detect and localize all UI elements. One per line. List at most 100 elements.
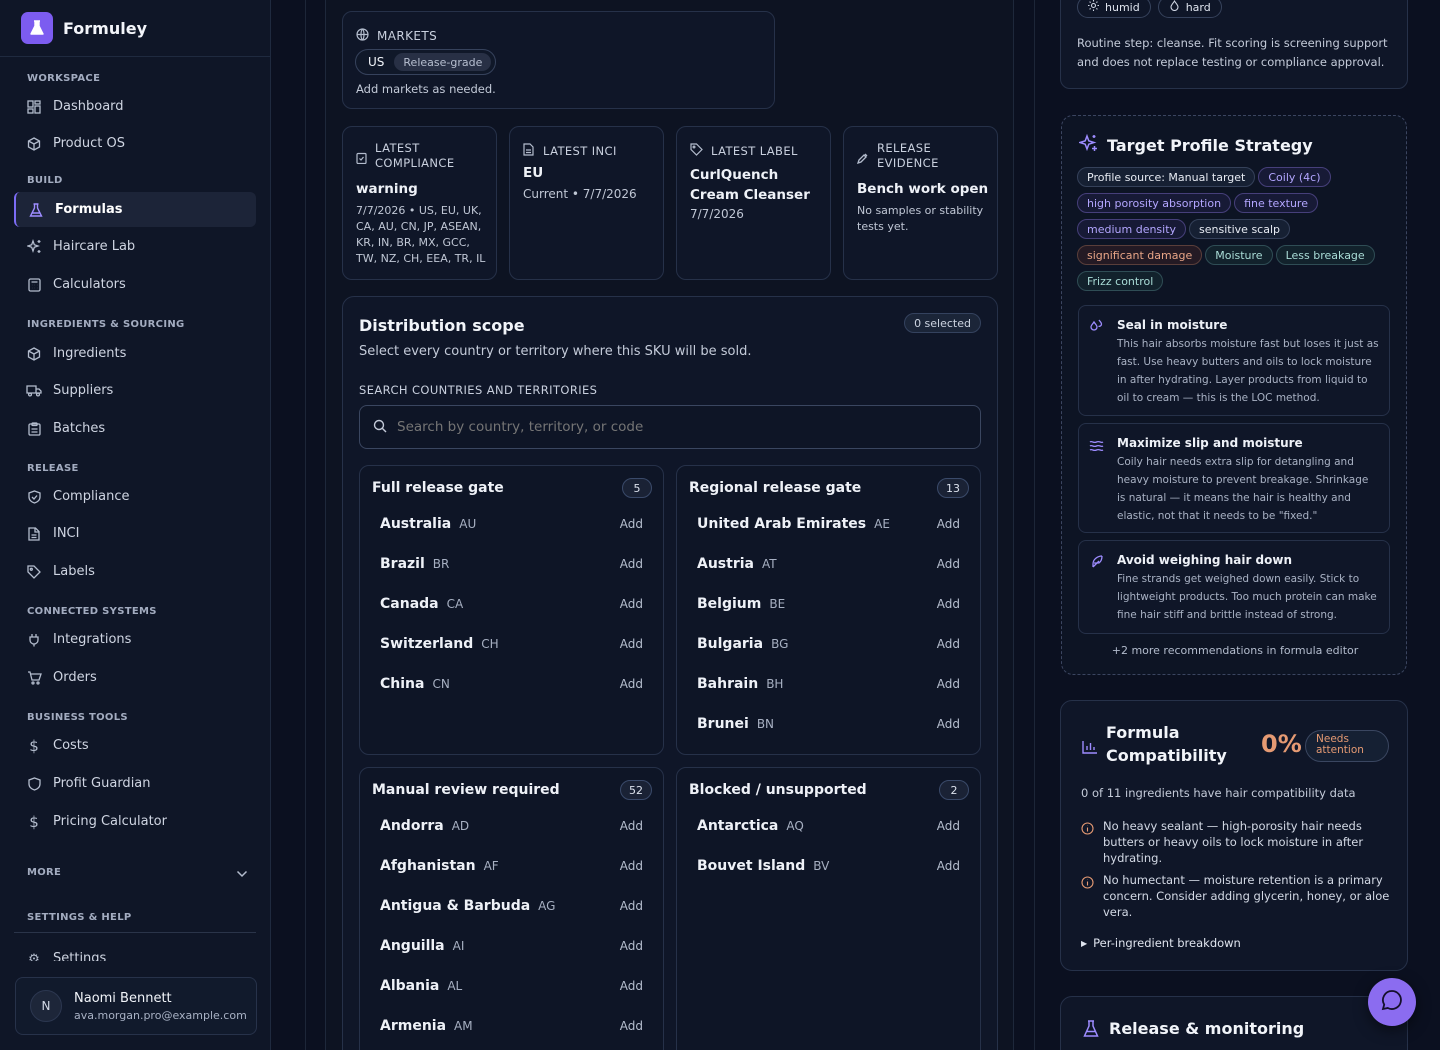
condition-chip[interactable]: hard [1157, 0, 1222, 18]
add-button[interactable]: Add [937, 517, 960, 531]
summary-card-label[interactable]: LATEST LABEL CurlQuench Cream Cleanser 7… [676, 126, 831, 280]
user-card[interactable]: N Naomi Bennett ava.morgan.pro@example.c… [15, 977, 257, 1035]
ingredient-breakdown-toggle[interactable]: ▶ Per-ingredient breakdown [1081, 936, 1241, 950]
country-code: AF [483, 859, 499, 873]
sidebar-item-inci[interactable]: INCI [14, 516, 256, 551]
routine-card: humid hard Routine step: cleanse. Fit sc… [1060, 0, 1408, 89]
search-input[interactable] [397, 419, 957, 435]
sidebar-item-haircare-lab[interactable]: Haircare Lab [14, 229, 256, 264]
sidebar-item-profit-guardian[interactable]: Profit Guardian [14, 766, 256, 801]
list-item[interactable]: Brazil BR Add [360, 544, 663, 584]
list-item[interactable]: Andorra AD Add [360, 806, 663, 846]
dashboard-icon [26, 99, 42, 115]
add-button[interactable]: Add [620, 517, 643, 531]
sidebar-item-label: Calculators [53, 277, 126, 292]
country-code: AE [874, 517, 890, 531]
chip-label: humid [1105, 0, 1140, 14]
sidebar-item-orders[interactable]: Orders [14, 660, 256, 695]
country-name: Antigua & Barbuda [380, 898, 531, 914]
country-code: AM [454, 1019, 473, 1033]
list-item[interactable]: Brunei BN Add [677, 704, 980, 744]
more-recommendations-note: +2 more recommendations in formula edito… [1111, 644, 1359, 657]
add-button[interactable]: Add [937, 717, 960, 731]
sidebar-item-compliance[interactable]: Compliance [14, 479, 256, 514]
sidebar-item-ingredients[interactable]: Ingredients [14, 336, 256, 371]
add-button[interactable]: Add [937, 597, 960, 611]
summary-label: RELEASE [877, 141, 932, 155]
summary-card-inci[interactable]: LATEST INCI EU Current • 7/7/2026 [509, 126, 664, 280]
add-button[interactable]: Add [937, 859, 960, 873]
add-button[interactable]: Add [620, 819, 643, 833]
market-chip-status: Release-grade [394, 53, 492, 71]
list-item[interactable]: Albania AL Add [360, 966, 663, 1006]
list-item[interactable]: Antigua & Barbuda AG Add [360, 886, 663, 926]
add-button[interactable]: Add [937, 557, 960, 571]
list-item[interactable]: Belgium BE Add [677, 584, 980, 624]
bar-chart-icon [1082, 739, 1098, 758]
list-item[interactable]: Armenia AM Add [360, 1006, 663, 1046]
add-button[interactable]: Add [620, 677, 643, 691]
sidebar-item-pricing-calculator[interactable]: $ Pricing Calculator [14, 804, 256, 839]
add-button[interactable]: Add [937, 637, 960, 651]
add-button[interactable]: Add [620, 557, 643, 571]
sidebar-item-dashboard[interactable]: Dashboard [14, 89, 256, 124]
list-item[interactable]: Afghanistan AF Add [360, 846, 663, 886]
list-item[interactable]: United Arab Emirates AE Add [677, 504, 980, 544]
sidebar-item-labels[interactable]: Labels [14, 554, 256, 589]
more-toggle[interactable]: MORE [0, 863, 270, 882]
country-code: BV [813, 859, 830, 873]
country-code: BE [769, 597, 786, 611]
country-search[interactable] [359, 405, 981, 449]
brand[interactable]: Formuley [0, 0, 270, 57]
add-button[interactable]: Add [620, 899, 643, 913]
recommendation-body: Coily hair needs extra slip for detangli… [1117, 456, 1369, 522]
sidebar-item-label: Pricing Calculator [53, 814, 167, 829]
list-item[interactable]: Anguilla AI Add [360, 926, 663, 966]
chat-button[interactable] [1368, 978, 1416, 1026]
country-code: CN [432, 677, 450, 691]
list-item[interactable]: Bahrain BH Add [677, 664, 980, 704]
list-item[interactable]: Austria AT Add [677, 544, 980, 584]
gate-title: Blocked / unsupported [689, 782, 867, 798]
sidebar-item-costs[interactable]: $ Costs [14, 728, 256, 763]
sidebar-item-integrations[interactable]: Integrations [14, 622, 256, 657]
list-item[interactable]: Australia AU Add [360, 504, 663, 544]
condition-chip[interactable]: humid [1077, 0, 1151, 18]
profile-tag: Less breakage [1275, 245, 1375, 265]
add-button[interactable]: Add [620, 979, 643, 993]
shield-icon [26, 776, 42, 792]
sidebar-item-product-os[interactable]: Product OS [14, 126, 256, 161]
gate-count-badge: 13 [937, 478, 969, 498]
list-item[interactable]: Bulgaria BG Add [677, 624, 980, 664]
summary-value: Bench work open [857, 181, 989, 197]
sidebar-item-settings[interactable]: ⚙ Settings [14, 941, 256, 961]
droplets-icon [1089, 319, 1104, 338]
truck-icon [26, 383, 42, 399]
list-item[interactable]: Canada CA Add [360, 584, 663, 624]
add-button[interactable]: Add [620, 939, 643, 953]
add-button[interactable]: Add [620, 1019, 643, 1033]
add-button[interactable]: Add [620, 597, 643, 611]
market-chip[interactable]: US Release-grade [355, 49, 497, 75]
gate-full-release: Full release gate 5 Australia AU Add Brazi… [359, 465, 664, 755]
add-button[interactable]: Add [937, 819, 960, 833]
add-button[interactable]: Add [937, 677, 960, 691]
list-item[interactable]: China CN Add [360, 664, 663, 704]
routine-note: Routine step: cleanse. Fit scoring is sc… [1077, 36, 1388, 69]
list-item[interactable]: Switzerland CH Add [360, 624, 663, 664]
list-item[interactable]: Antarctica AQ Add [677, 806, 980, 846]
sidebar-item-calculators[interactable]: Calculators [14, 267, 256, 302]
summary-card-compliance[interactable]: LATEST COMPLIANCE warning 7/7/2026 • US,… [342, 126, 497, 280]
cart-icon [26, 670, 42, 686]
gate-title: Regional release gate [689, 480, 862, 496]
search-label: SEARCH COUNTRIES AND TERRITORIES [359, 383, 598, 397]
list-item[interactable]: Bouvet Island BV Add [677, 846, 980, 886]
sidebar-item-suppliers[interactable]: Suppliers [14, 373, 256, 408]
sidebar-item-label: Suppliers [53, 383, 114, 398]
sidebar-item-formulas[interactable]: Formulas [14, 192, 256, 227]
sidebar-item-batches[interactable]: Batches [14, 411, 256, 446]
summary-card-evidence[interactable]: RELEASE EVIDENCE Bench work open No samp… [843, 126, 998, 280]
add-button[interactable]: Add [620, 859, 643, 873]
add-button[interactable]: Add [620, 637, 643, 651]
sidebar-item-label: Compliance [53, 489, 130, 504]
